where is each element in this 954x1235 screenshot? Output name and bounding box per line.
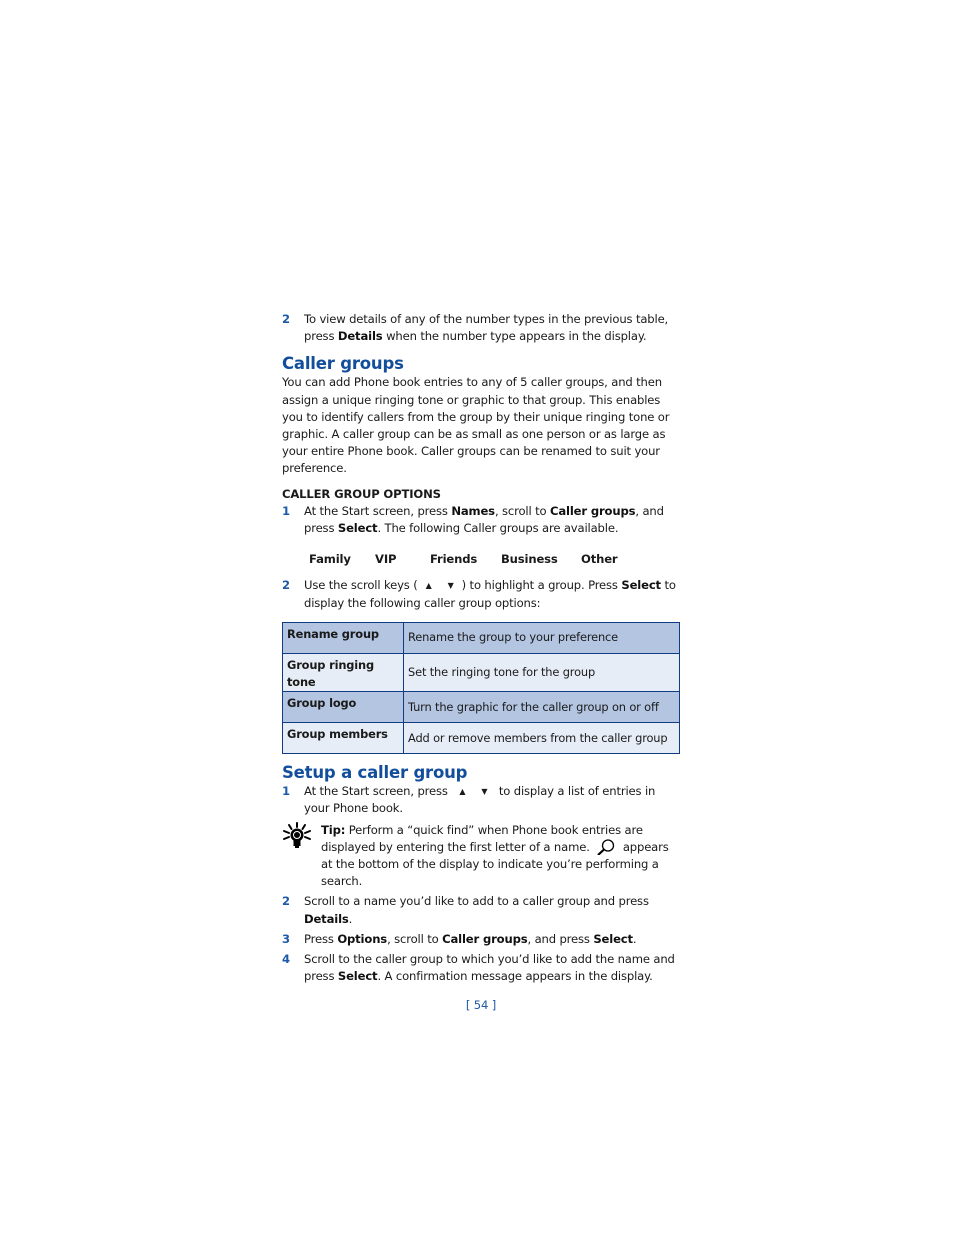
option-description: Rename the group to your preference — [403, 621, 680, 654]
tip-label: Tip: — [321, 822, 346, 837]
lightbulb-icon — [283, 821, 311, 848]
scroll-up-icon: ▲ — [459, 787, 466, 797]
option-description: Turn the graphic for the caller group on… — [403, 691, 680, 724]
intro-step: 2 To view details of any of the number t… — [282, 312, 669, 344]
scroll-down-icon: ▼ — [481, 787, 488, 797]
table-row: Group members Add or remove members from… — [282, 722, 680, 755]
tip-box: Tip: Perform a “quick find” when Phone b… — [282, 821, 680, 891]
group-friends: Friends — [430, 552, 478, 567]
page-number: [ 54 ] — [465, 998, 497, 1013]
option-name: Group members — [282, 722, 404, 755]
table-row: Rename group Rename the group to your pr… — [282, 621, 680, 654]
group-other: Other — [581, 552, 618, 567]
option-name: Group ringing tone — [282, 652, 404, 693]
options-step-2: 2 Use the scroll keys (▲ ▼) to highlight … — [282, 578, 676, 610]
scroll-up-icon: ▲ — [425, 581, 432, 591]
magnifier-icon — [597, 839, 615, 855]
caller-groups-heading: Caller groups — [282, 354, 404, 374]
group-business: Business — [501, 552, 558, 567]
caller-groups-body: You can add Phone book entries to any of… — [282, 375, 670, 476]
option-name: Group logo — [282, 691, 404, 724]
option-name: Rename group — [282, 621, 404, 654]
options-step-1: 1 At the Start screen, press Names, scro… — [282, 503, 664, 536]
setup-heading: Setup a caller group — [282, 763, 468, 783]
caller-group-list: Family VIP Friends Business Other — [309, 551, 680, 568]
group-vip: VIP — [375, 552, 397, 567]
table-row: Group ringing tone Set the ringing tone … — [282, 652, 680, 693]
manual-page: 2 To view details of any of the number t… — [282, 311, 680, 1015]
table-row: Group logo Turn the graphic for the call… — [282, 691, 680, 724]
setup-step-4: 4 Scroll to the caller group to which yo… — [282, 952, 675, 984]
caller-group-options-subheading: CALLER GROUP OPTIONS — [282, 486, 441, 501]
setup-step-2: 2 Scroll to a name you’d like to add to … — [282, 894, 649, 926]
option-description: Set the ringing tone for the group — [403, 652, 680, 693]
setup-step-3: 3 Press Options, scroll to Caller groups… — [282, 931, 637, 946]
step-number: 2 — [282, 312, 290, 326]
scroll-down-icon: ▼ — [447, 581, 454, 591]
setup-step-1: 1 At the Start screen, press ▲ ▼ to displ… — [282, 784, 656, 816]
group-family: Family — [309, 552, 351, 567]
caller-group-options-table: Rename group Rename the group to your pr… — [282, 621, 680, 755]
option-description: Add or remove members from the caller gr… — [403, 722, 680, 755]
